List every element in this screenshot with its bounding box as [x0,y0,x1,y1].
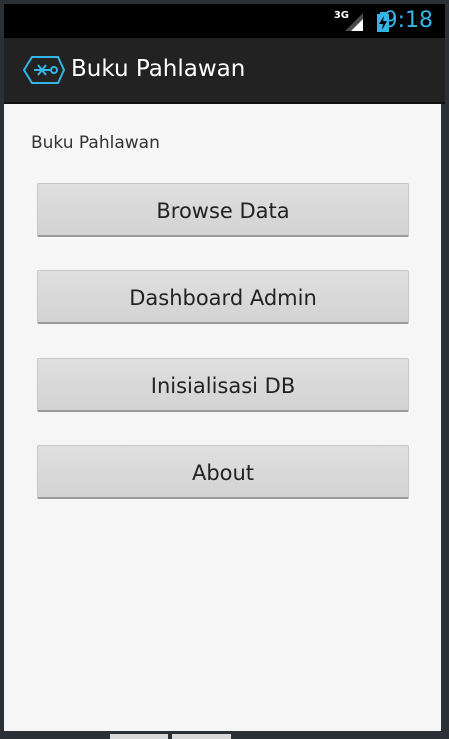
init-db-button[interactable]: Inisialisasi DB [37,358,409,412]
main-content: Buku Pahlawan Browse Data Dashboard Admi… [4,104,441,731]
device-frame: 3G 9:18 Buku Pahlawan Buku Pahlawan Brow… [0,0,449,739]
app-logo-icon[interactable] [22,55,66,85]
signal-icon [345,13,363,31]
status-bar: 3G 9:18 [4,4,445,38]
content-title: Buku Pahlawan [31,133,160,153]
app-title: Buku Pahlawan [71,56,246,82]
action-bar: Buku Pahlawan [4,38,445,104]
status-time: 9:18 [383,8,433,33]
bottom-indicator-left [110,734,168,739]
browse-data-button[interactable]: Browse Data [37,183,409,237]
about-button[interactable]: About [37,445,409,499]
dashboard-admin-button[interactable]: Dashboard Admin [37,270,409,324]
bottom-indicator-right [172,734,231,739]
